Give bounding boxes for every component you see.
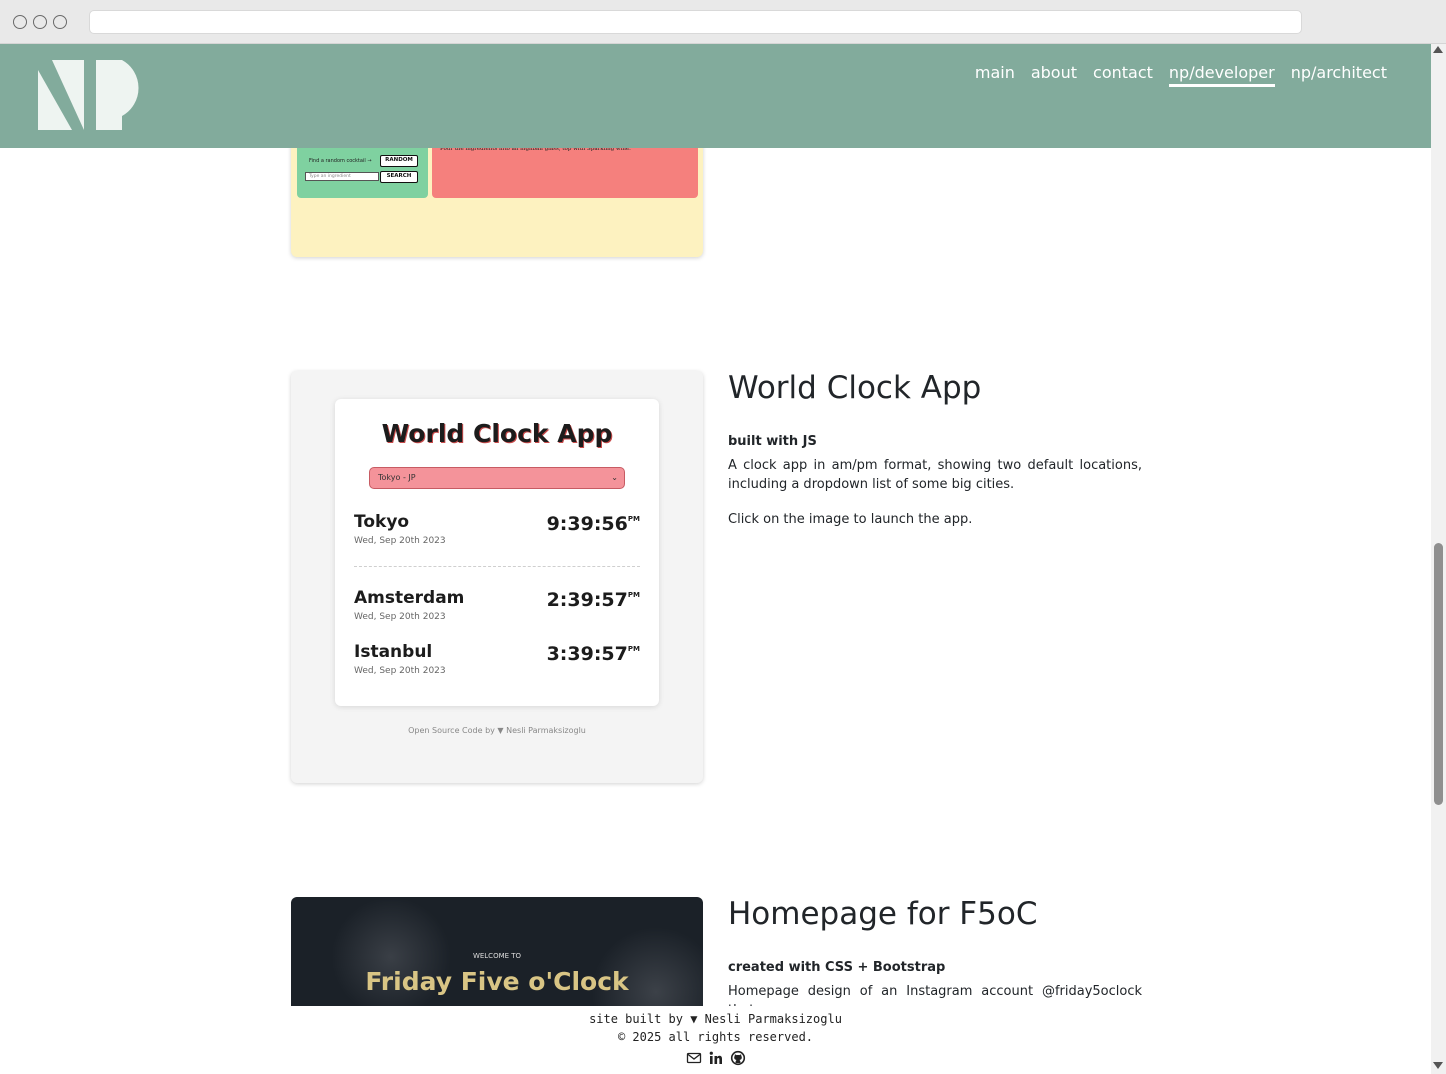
- main-nav: main about contact np/developer np/archi…: [975, 63, 1387, 87]
- footer-copyright: © 2025 all rights reserved.: [617, 1030, 814, 1044]
- city-time-value: 3:39:57: [546, 643, 628, 665]
- nav-architect[interactable]: np/architect: [1291, 63, 1387, 87]
- world-clock-preview[interactable]: World Clock App Tokyo - JP ⌄ Tokyo Wed, …: [291, 371, 703, 783]
- address-bar[interactable]: [89, 10, 1302, 34]
- nav-main[interactable]: main: [975, 63, 1015, 87]
- project-title: Homepage for F5oC: [728, 896, 1038, 932]
- city-select-value: Tokyo - JP: [378, 473, 416, 482]
- search-button: SEARCH: [380, 171, 418, 183]
- project-description: A clock app in am/pm format, showing two…: [728, 458, 1142, 492]
- footer-credit: site built by ▼ Nesli Parmaksizoglu: [589, 1012, 842, 1026]
- np-logo[interactable]: [38, 60, 154, 132]
- city-time-value: 2:39:57: [546, 589, 628, 611]
- city-ampm: PM: [627, 515, 640, 523]
- ingredient-input: Type an ingredient: [305, 172, 379, 181]
- project-cta: Click on the image to launch the app.: [728, 512, 973, 527]
- clock-panel: World Clock App Tokyo - JP ⌄ Tokyo Wed, …: [335, 399, 659, 706]
- clock-footer-credit: Open Source Code by ▼ Nesli Parmaksizogl…: [408, 726, 586, 735]
- project-tech: created with CSS + Bootstrap: [728, 960, 946, 975]
- city-time: 9:39:56PM: [547, 513, 640, 535]
- scroll-down-arrow-icon[interactable]: [1433, 1062, 1443, 1069]
- mail-icon[interactable]: [686, 1050, 702, 1066]
- scrollbar-thumb[interactable]: [1434, 543, 1443, 805]
- site-footer: site built by ▼ Nesli Parmaksizoglu © 20…: [0, 1006, 1431, 1074]
- city-name: Amsterdam: [354, 588, 465, 608]
- clock-app-title: World Clock App: [381, 419, 613, 448]
- city-date: Wed, Sep 20th 2023: [354, 536, 446, 546]
- clock-divider: [354, 566, 640, 567]
- city-ampm: PM: [627, 591, 640, 599]
- github-icon[interactable]: [730, 1050, 746, 1066]
- window-maximize-dot[interactable]: [53, 15, 67, 29]
- f5oc-hero-title: Friday Five o'Clock: [365, 967, 629, 996]
- nav-developer[interactable]: np/developer: [1168, 63, 1275, 87]
- city-name: Tokyo: [354, 512, 410, 532]
- chevron-down-icon: ⌄: [611, 473, 618, 482]
- site-header: main about contact np/developer np/archi…: [0, 44, 1431, 148]
- random-cocktail-label: Find a random cocktail →: [309, 158, 372, 164]
- city-date: Wed, Sep 20th 2023: [354, 612, 446, 622]
- project-tech: built with JS: [728, 434, 817, 449]
- scroll-up-arrow-icon[interactable]: [1433, 46, 1443, 53]
- window-minimize-dot[interactable]: [33, 15, 47, 29]
- city-time-value: 9:39:56: [546, 513, 628, 535]
- browser-chrome: [0, 0, 1446, 44]
- nav-contact[interactable]: contact: [1093, 63, 1153, 87]
- window-close-dot[interactable]: [13, 15, 27, 29]
- linkedin-icon[interactable]: [708, 1050, 724, 1066]
- page-viewport: main about contact np/developer np/archi…: [0, 44, 1431, 1074]
- city-name: Istanbul: [354, 642, 433, 662]
- random-button: RANDOM: [380, 155, 418, 167]
- f5oc-welcome: WELCOME TO: [472, 952, 522, 960]
- city-select: Tokyo - JP ⌄: [369, 467, 625, 489]
- city-date: Wed, Sep 20th 2023: [354, 666, 446, 676]
- city-time: 2:39:57PM: [547, 589, 640, 611]
- nav-about[interactable]: about: [1031, 63, 1077, 87]
- footer-social-links: [686, 1050, 746, 1066]
- city-ampm: PM: [627, 645, 640, 653]
- project-title: World Clock App: [728, 370, 982, 406]
- city-time: 3:39:57PM: [547, 643, 640, 665]
